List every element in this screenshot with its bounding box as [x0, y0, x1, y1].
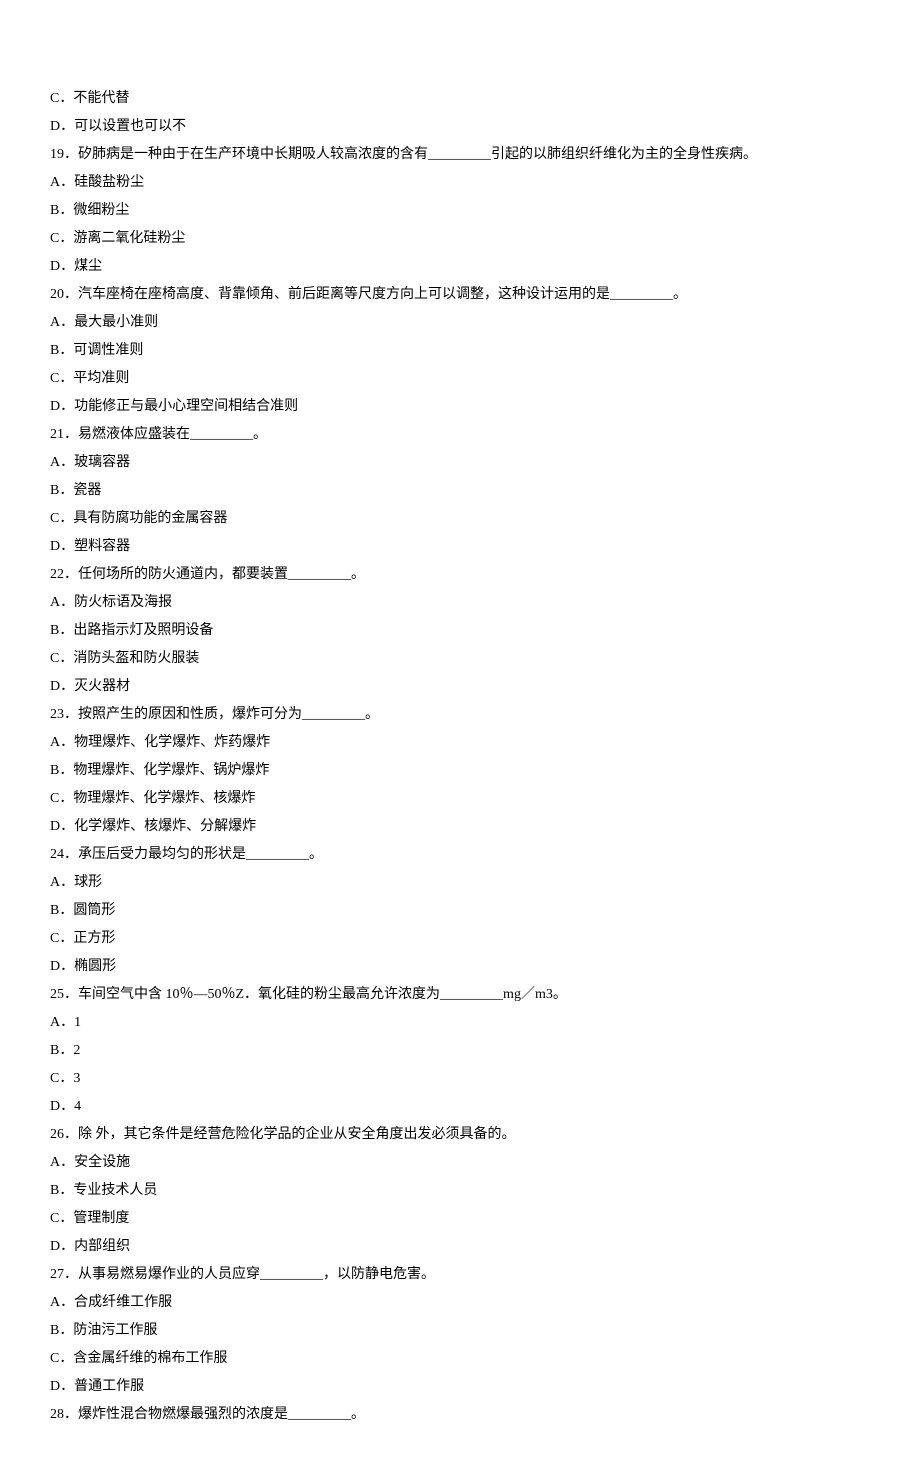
- text-line: A．物理爆炸、化学爆炸、炸药爆炸: [50, 729, 870, 757]
- text-line: C．3: [50, 1065, 870, 1093]
- text-line: B．出路指示灯及照明设备: [50, 617, 870, 645]
- text-line: D．4: [50, 1093, 870, 1121]
- text-line: D．普通工作服: [50, 1373, 870, 1401]
- text-line: B．瓷器: [50, 477, 870, 505]
- text-line: 21．易燃液体应盛装在_________。: [50, 421, 870, 449]
- text-line: C．平均准则: [50, 365, 870, 393]
- text-line: A．最大最小准则: [50, 309, 870, 337]
- text-line: 20．汽车座椅在座椅高度、背靠倾角、前后距离等尺度方向上可以调整，这种设计运用的…: [50, 281, 870, 309]
- text-line: C．正方形: [50, 925, 870, 953]
- text-line: A．球形: [50, 869, 870, 897]
- text-line: C．消防头盔和防火服装: [50, 645, 870, 673]
- text-line: 26．除 外，其它条件是经营危险化学品的企业从安全角度出发必须具备的。: [50, 1121, 870, 1149]
- document-content: C．不能代替D．可以设置也可以不19．矽肺病是一种由于在生产环境中长期吸人较高浓…: [50, 85, 870, 1429]
- text-line: D．煤尘: [50, 253, 870, 281]
- text-line: B．物理爆炸、化学爆炸、锅炉爆炸: [50, 757, 870, 785]
- text-line: 24．承压后受力最均匀的形状是_________。: [50, 841, 870, 869]
- text-line: D．化学爆炸、核爆炸、分解爆炸: [50, 813, 870, 841]
- text-line: A．1: [50, 1009, 870, 1037]
- text-line: D．塑料容器: [50, 533, 870, 561]
- text-line: C．具有防腐功能的金属容器: [50, 505, 870, 533]
- text-line: A．防火标语及海报: [50, 589, 870, 617]
- text-line: D．可以设置也可以不: [50, 113, 870, 141]
- text-line: 19．矽肺病是一种由于在生产环境中长期吸人较高浓度的含有_________引起的…: [50, 141, 870, 169]
- text-line: D．功能修正与最小心理空间相结合准则: [50, 393, 870, 421]
- text-line: A．安全设施: [50, 1149, 870, 1177]
- text-line: C．管理制度: [50, 1205, 870, 1233]
- text-line: C．不能代替: [50, 85, 870, 113]
- text-line: 25．车间空气中含 10％—50％Z．氧化硅的粉尘最高允许浓度为________…: [50, 981, 870, 1009]
- text-line: 22．任何场所的防火通道内，都要装置_________。: [50, 561, 870, 589]
- text-line: D．灭火器材: [50, 673, 870, 701]
- text-line: A．合成纤维工作服: [50, 1289, 870, 1317]
- text-line: A．玻璃容器: [50, 449, 870, 477]
- text-line: D．内部组织: [50, 1233, 870, 1261]
- text-line: 28．爆炸性混合物燃爆最强烈的浓度是_________。: [50, 1401, 870, 1429]
- text-line: D．椭圆形: [50, 953, 870, 981]
- text-line: B．圆筒形: [50, 897, 870, 925]
- text-line: C．含金属纤维的棉布工作服: [50, 1345, 870, 1373]
- text-line: B．专业技术人员: [50, 1177, 870, 1205]
- text-line: B．防油污工作服: [50, 1317, 870, 1345]
- text-line: 27．从事易燃易爆作业的人员应穿_________，以防静电危害。: [50, 1261, 870, 1289]
- text-line: B．可调性准则: [50, 337, 870, 365]
- text-line: B．微细粉尘: [50, 197, 870, 225]
- text-line: C．物理爆炸、化学爆炸、核爆炸: [50, 785, 870, 813]
- text-line: C．游离二氧化硅粉尘: [50, 225, 870, 253]
- text-line: A．硅酸盐粉尘: [50, 169, 870, 197]
- text-line: 23．按照产生的原因和性质，爆炸可分为_________。: [50, 701, 870, 729]
- text-line: B．2: [50, 1037, 870, 1065]
